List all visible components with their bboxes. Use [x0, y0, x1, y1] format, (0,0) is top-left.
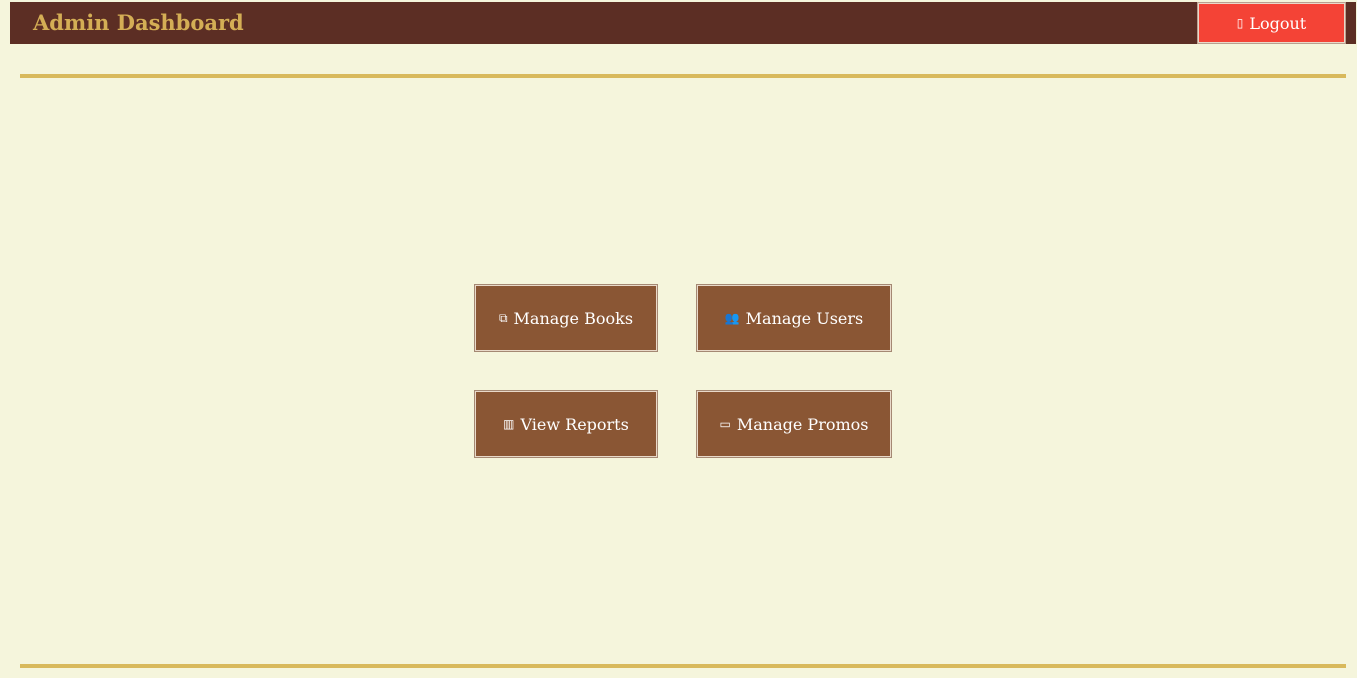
manage-promos-label: Manage Promos — [736, 414, 869, 434]
ticket-icon: ▭ — [719, 417, 731, 431]
manage-books-label: Manage Books — [513, 308, 634, 328]
books-icon: ⧉ — [498, 311, 508, 325]
manage-users-label: Manage Users — [745, 308, 864, 328]
admin-dashboard-page: Admin Dashboard ▯ Logout ⧉ Manage Books … — [0, 0, 1357, 678]
bottom-divider — [20, 664, 1346, 668]
view-reports-label: View Reports — [520, 414, 629, 434]
chart-icon: ▥ — [503, 417, 515, 431]
view-reports-button[interactable]: ▥ View Reports — [474, 390, 658, 458]
manage-users-button[interactable]: 👥 Manage Users — [696, 284, 892, 352]
manage-books-button[interactable]: ⧉ Manage Books — [474, 284, 658, 352]
manage-promos-button[interactable]: ▭ Manage Promos — [696, 390, 892, 458]
users-icon: 👥 — [724, 311, 740, 325]
action-grid: ⧉ Manage Books 👥 Manage Users ▥ View Rep… — [0, 0, 1357, 678]
